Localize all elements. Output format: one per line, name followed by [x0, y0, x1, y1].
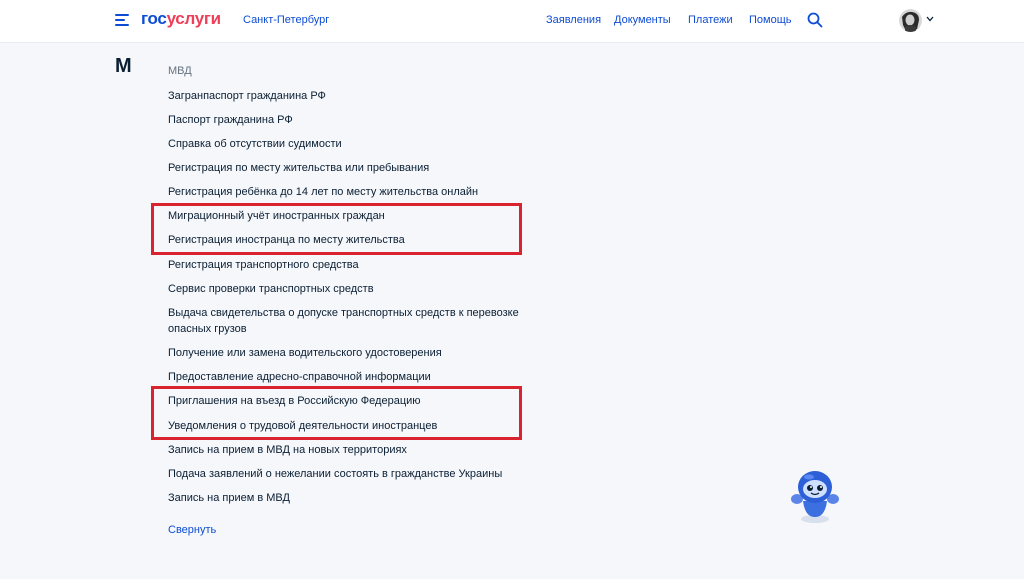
list-item[interactable]: Справка об отсутствии судимости: [168, 136, 528, 152]
search-icon[interactable]: [807, 12, 823, 28]
list-item[interactable]: Регистрация ребёнка до 14 лет по месту ж…: [168, 184, 528, 200]
logo-part1: гос: [141, 9, 167, 28]
collapse-link[interactable]: Свернуть: [168, 524, 216, 536]
list-item[interactable]: Подача заявлений о нежелании состоять в …: [168, 466, 528, 482]
list-item[interactable]: Выдача свидетельства о допуске транспорт…: [168, 305, 528, 337]
department-title: МВД: [168, 65, 192, 77]
avatar[interactable]: [899, 9, 922, 32]
list-item[interactable]: Запись на прием в МВД: [168, 490, 528, 506]
list-item[interactable]: Регистрация транспортного средства: [168, 257, 528, 273]
list-item[interactable]: Запись на прием в МВД на новых территори…: [168, 442, 528, 458]
alphabet-letter: М: [115, 55, 132, 77]
list-item[interactable]: Регистрация по месту жительства или преб…: [168, 160, 528, 176]
list-item[interactable]: Предоставление адресно-справочной информ…: [168, 369, 528, 385]
logo-part2: услуги: [166, 9, 222, 28]
list-item[interactable]: Паспорт гражданина РФ: [168, 112, 528, 128]
highlight-box: [151, 203, 522, 255]
highlight-box: [151, 386, 522, 440]
region-selector[interactable]: Санкт-Петербург: [243, 14, 329, 26]
nav-help[interactable]: Помощь: [749, 14, 792, 26]
menu-icon[interactable]: [115, 14, 129, 26]
robot-assistant-icon[interactable]: [785, 467, 845, 525]
list-item[interactable]: Получение или замена водительского удост…: [168, 345, 528, 361]
chevron-down-icon[interactable]: [926, 16, 934, 22]
list-item[interactable]: Загранпаспорт гражданина РФ: [168, 88, 528, 104]
nav-payments[interactable]: Платежи: [688, 14, 733, 26]
header: госуслуги Санкт-Петербург Заявления Доку…: [0, 0, 1024, 43]
nav-applications[interactable]: Заявления: [546, 14, 601, 26]
logo[interactable]: госуслуги: [141, 9, 221, 29]
nav-documents[interactable]: Документы: [614, 14, 671, 26]
list-item[interactable]: Сервис проверки транспортных средств: [168, 281, 528, 297]
